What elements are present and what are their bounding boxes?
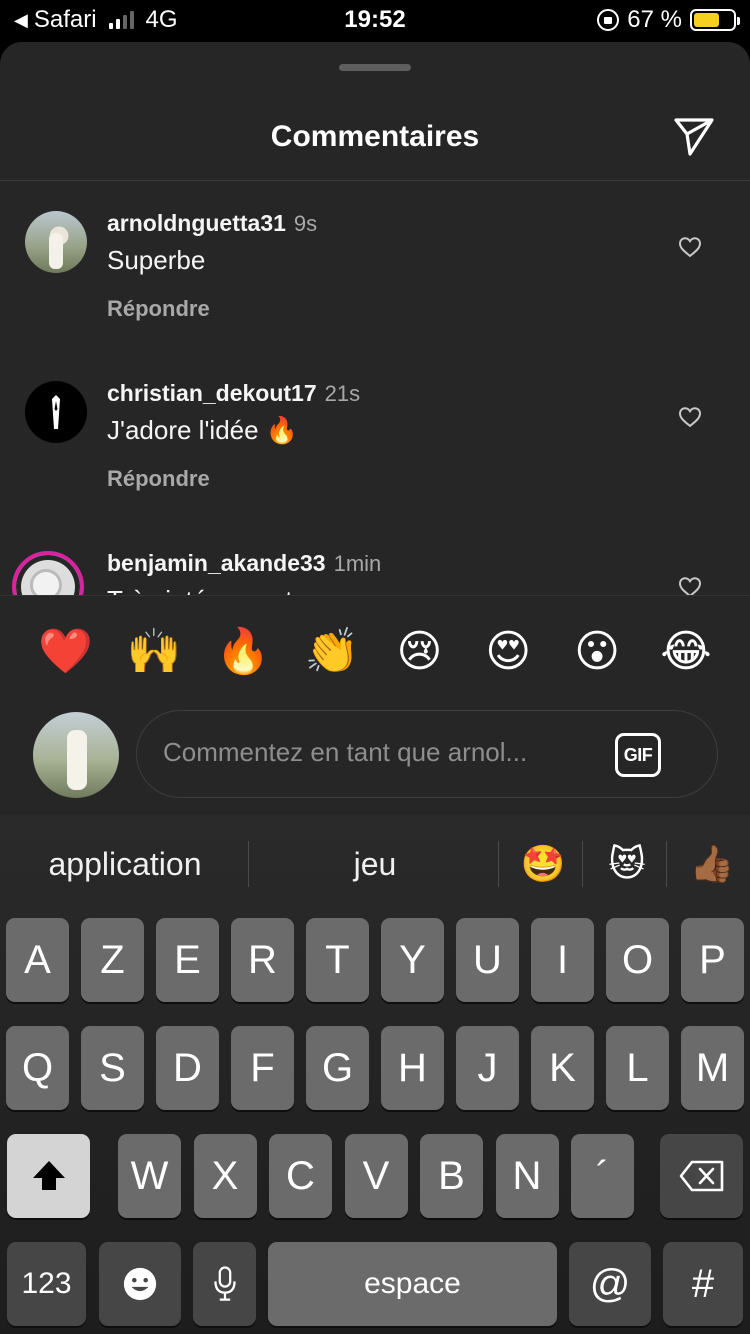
- reaction-crying[interactable]: 😢: [393, 624, 445, 680]
- comment-item: benjamin_akande33 1min Très intéressant: [0, 521, 750, 595]
- key-r[interactable]: R: [231, 918, 294, 1002]
- key-e[interactable]: E: [156, 918, 219, 1002]
- prediction-separator: [582, 841, 583, 887]
- prediction-emoji[interactable]: 🤩: [517, 843, 569, 885]
- emoji-key[interactable]: [99, 1242, 181, 1326]
- key-accent[interactable]: ´: [571, 1134, 634, 1218]
- dictation-key[interactable]: [193, 1242, 256, 1326]
- status-bar: ◀ Safari 4G 19:52 67 %: [0, 0, 750, 40]
- comment-item: christian_dekout17 21s J'adore l'idée 🔥 …: [0, 351, 750, 511]
- reaction-heart[interactable]: ❤️: [38, 624, 93, 680]
- heart-icon[interactable]: [678, 576, 702, 595]
- shift-arrow-icon: [32, 1161, 65, 1190]
- quick-reactions-bar: ❤️ 🙌 🔥 👏 😢 😍 😮 😂: [0, 624, 750, 680]
- reaction-raised-hands[interactable]: 🙌: [127, 624, 182, 680]
- key-o[interactable]: O: [606, 918, 669, 1002]
- prediction-emoji[interactable]: 😻: [601, 843, 653, 885]
- comment-username[interactable]: benjamin_akande33: [107, 550, 326, 577]
- key-t[interactable]: T: [306, 918, 369, 1002]
- composer-avatar: [33, 712, 119, 798]
- comment-text: Très intéressant: [107, 585, 292, 595]
- status-right: 67 %: [597, 6, 740, 34]
- comment-input-placeholder: Commentez en tant que arnol...: [163, 737, 528, 767]
- battery-percent: 67 %: [627, 6, 682, 33]
- comment-time: 1min: [333, 551, 382, 576]
- prediction-separator: [498, 841, 499, 887]
- keyboard: application jeu 🤩 😻 👍🏾 AZERTYUIOP QSDFGH…: [0, 815, 750, 1334]
- prediction-word[interactable]: jeu: [270, 846, 480, 883]
- backspace-key[interactable]: [660, 1134, 743, 1218]
- heart-icon[interactable]: [678, 236, 702, 258]
- comment-header: arnoldnguetta31 9s: [107, 210, 317, 237]
- prediction-word[interactable]: application: [20, 846, 230, 883]
- comment-input[interactable]: Commentez en tant que arnol... GIF: [136, 710, 718, 798]
- avatar[interactable]: [25, 211, 87, 273]
- numbers-key[interactable]: 123: [7, 1242, 86, 1326]
- reaction-fire[interactable]: 🔥: [216, 624, 271, 680]
- microphone-icon: [213, 1266, 236, 1301]
- key-h[interactable]: H: [381, 1026, 444, 1110]
- comments-list[interactable]: arnoldnguetta31 9s Superbe Répondre chri…: [0, 181, 750, 595]
- sheet-drag-handle[interactable]: [339, 64, 411, 71]
- key-n[interactable]: N: [495, 1134, 559, 1218]
- key-l[interactable]: L: [606, 1026, 669, 1110]
- key-q[interactable]: Q: [6, 1026, 69, 1110]
- comment-text: J'adore l'idée 🔥: [107, 415, 299, 445]
- key-d[interactable]: D: [156, 1026, 219, 1110]
- key-u[interactable]: U: [456, 918, 519, 1002]
- comment-time: 21s: [324, 381, 361, 406]
- key-j[interactable]: J: [456, 1026, 519, 1110]
- prediction-separator: [666, 841, 667, 887]
- key-y[interactable]: Y: [381, 918, 444, 1002]
- sheet-title: Commentaires: [270, 120, 480, 153]
- key-m[interactable]: M: [681, 1026, 744, 1110]
- shift-key[interactable]: [7, 1134, 90, 1218]
- reaction-clap[interactable]: 👏: [305, 624, 360, 680]
- reply-button[interactable]: Répondre: [107, 296, 210, 322]
- comment-header: benjamin_akande33 1min: [107, 550, 381, 577]
- comment-time: 9s: [293, 211, 318, 236]
- predictive-bar: application jeu 🤩 😻 👍🏾: [0, 815, 750, 913]
- tuxedo-icon: [52, 395, 60, 429]
- key-w[interactable]: W: [118, 1134, 181, 1218]
- battery-icon: [690, 9, 740, 31]
- avatar[interactable]: [12, 551, 84, 595]
- space-key[interactable]: espace: [268, 1242, 557, 1326]
- avatar[interactable]: [25, 381, 87, 443]
- delete-icon: [679, 1160, 723, 1192]
- reaction-laughing[interactable]: 😂: [660, 624, 712, 680]
- orientation-lock-icon: [597, 9, 620, 31]
- key-s[interactable]: S: [81, 1026, 144, 1110]
- hash-key[interactable]: #: [663, 1242, 743, 1326]
- comment-header: christian_dekout17 21s: [107, 380, 360, 407]
- key-v[interactable]: V: [344, 1134, 408, 1218]
- comment-text: Superbe: [107, 245, 206, 275]
- reply-button[interactable]: Répondre: [107, 466, 210, 492]
- share-send-icon[interactable]: [670, 112, 718, 160]
- prediction-emoji[interactable]: 👍🏾: [686, 843, 738, 885]
- heart-icon[interactable]: [678, 406, 702, 428]
- key-g[interactable]: G: [306, 1026, 369, 1110]
- key-z[interactable]: Z: [81, 918, 144, 1002]
- prediction-separator: [248, 841, 249, 887]
- comments-sheet: Commentaires arnoldnguetta31 9s Superbe …: [0, 42, 750, 815]
- key-c[interactable]: C: [269, 1134, 332, 1218]
- composer-divider: [0, 595, 750, 596]
- reaction-heart-eyes[interactable]: 😍: [482, 624, 534, 680]
- gif-button[interactable]: GIF: [615, 733, 661, 777]
- comment-username[interactable]: arnoldnguetta31: [107, 210, 286, 237]
- key-p[interactable]: P: [681, 918, 744, 1002]
- comment-item: arnoldnguetta31 9s Superbe Répondre: [0, 181, 750, 341]
- key-f[interactable]: F: [231, 1026, 294, 1110]
- at-key[interactable]: @: [569, 1242, 651, 1326]
- smiley-icon: [123, 1267, 157, 1301]
- key-i[interactable]: I: [531, 918, 594, 1002]
- key-k[interactable]: K: [531, 1026, 594, 1110]
- key-a[interactable]: A: [6, 918, 69, 1002]
- key-b[interactable]: B: [420, 1134, 483, 1218]
- comment-username[interactable]: christian_dekout17: [107, 380, 317, 407]
- key-x[interactable]: X: [193, 1134, 257, 1218]
- reaction-surprised[interactable]: 😮: [571, 624, 623, 680]
